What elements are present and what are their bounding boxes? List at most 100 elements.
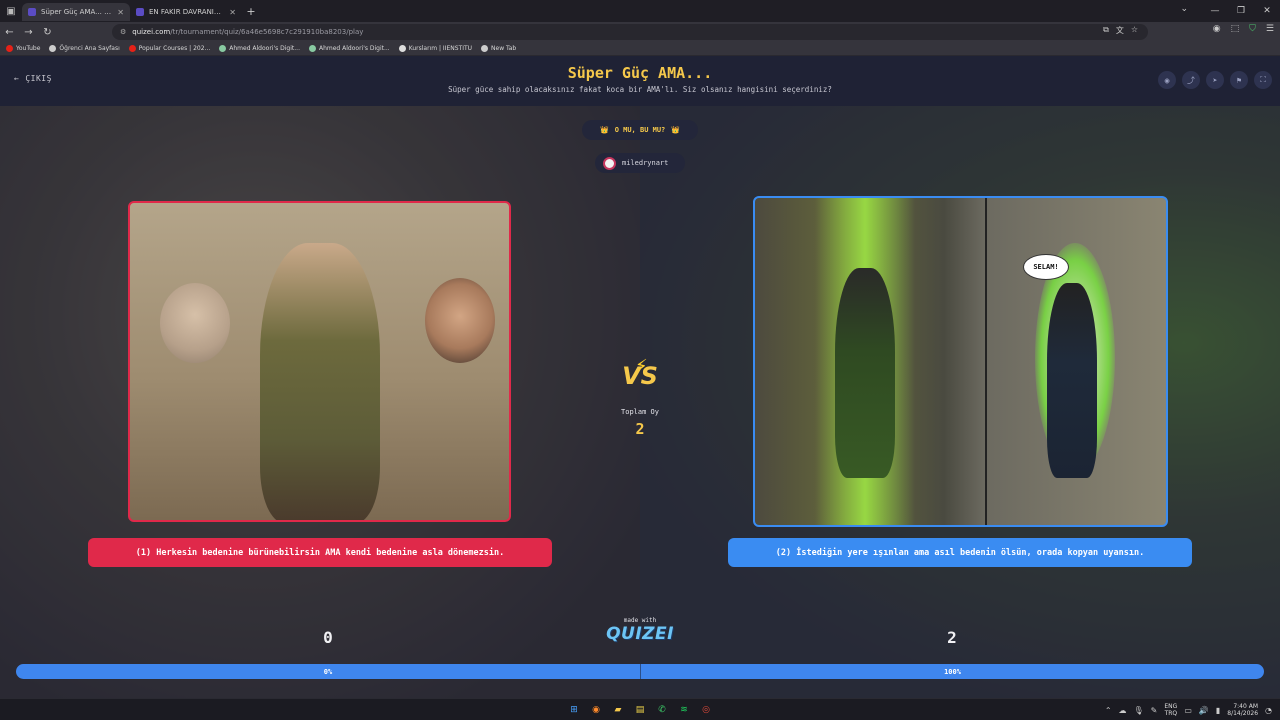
file-explorer-icon[interactable]: ▰	[610, 702, 626, 718]
back-icon[interactable]: ←	[0, 27, 19, 38]
close-window-icon[interactable]: ✕	[1254, 0, 1280, 22]
bookmark-ogrenci[interactable]: Öğrenci Ana Sayfası	[49, 45, 120, 52]
bookmark-star-icon[interactable]: ☆	[1131, 25, 1138, 36]
spotify-icon[interactable]: ≋	[676, 702, 692, 718]
mode-badge-label: O MU, BU MU?	[614, 126, 666, 134]
tab-en-fakir[interactable]: EN FAKİR DAVRANIŞ - Tier List | ✕	[130, 3, 242, 21]
result-bar-right: 100%	[640, 664, 1264, 679]
bookmark-ahmed-2[interactable]: Ahmed Aldoori's Digit...	[308, 45, 390, 52]
author-chip[interactable]: miledrynart	[595, 153, 685, 173]
bookmark-new-tab[interactable]: New Tab	[481, 45, 516, 52]
taskbar: ⊞ ◉ ▰ ▤ ✆ ≋ ◎ ⌃ ☁ 🎙 ✎ ENG TRQ ▭ 🔊 ▮ 7:40…	[0, 698, 1280, 720]
share-icon[interactable]: ⤴	[1182, 71, 1200, 89]
bookmark-youtube[interactable]: YouTube	[6, 45, 40, 52]
bookmark-ahmed-1[interactable]: Ahmed Aldoori's Digit...	[219, 45, 300, 52]
option-card-left[interactable]	[128, 201, 511, 522]
udemy-icon	[128, 45, 136, 52]
restore-icon[interactable]: ❐	[1228, 0, 1254, 22]
install-app-icon[interactable]: ⧉	[1103, 25, 1109, 36]
illustration-old-woman-head	[160, 283, 230, 363]
close-tab-icon[interactable]: ✕	[117, 8, 124, 17]
header-actions: ◉ ⤴ ➤ ⚑ ⛶	[1158, 71, 1272, 89]
site-icon	[308, 45, 316, 52]
total-votes-value: 2	[635, 420, 645, 438]
option-caption-left[interactable]: (1) Herkesin bedenine bürünebilirsin AMA…	[88, 538, 552, 567]
keyboard-layout: TRQ	[1164, 710, 1178, 717]
bookmark-label: Popular Courses | 202...	[138, 45, 211, 52]
translate-icon[interactable]: 文	[1116, 25, 1124, 36]
page-subtitle: Süper güce sahip olacaksınız fakat koca …	[448, 85, 832, 94]
extensions-icon[interactable]: ⬚	[1231, 24, 1240, 34]
bookmark-popular-courses[interactable]: Popular Courses | 202...	[128, 45, 211, 52]
tab-title: Süper Güç AMA... - Tier List, Kız	[41, 8, 112, 16]
profile-icon[interactable]: ◉	[1213, 24, 1221, 34]
taskbar-apps: ⊞ ◉ ▰ ▤ ✆ ≋ ◎	[566, 702, 714, 718]
site-icon	[219, 45, 227, 52]
firefox-icon[interactable]: ◉	[588, 702, 604, 718]
eye-icon[interactable]: ◉	[1158, 71, 1176, 89]
display-icon[interactable]: ▭	[1184, 706, 1192, 715]
illustration-man-hoodie	[260, 243, 380, 520]
author-name: miledrynart	[622, 159, 669, 167]
shield-extension-icon[interactable]: ⛉	[1249, 24, 1256, 34]
tab-title: EN FAKİR DAVRANIŞ - Tier List |	[149, 8, 224, 16]
quiz-page: ← ÇIKIŞ Süper Güç AMA... Süper güce sahi…	[0, 56, 1280, 698]
chrome-icon[interactable]: ◎	[698, 702, 714, 718]
chevron-up-icon[interactable]: ⌃	[1105, 706, 1112, 715]
start-icon[interactable]: ⊞	[566, 702, 582, 718]
browser-tab-bar: ▣ Süper Güç AMA... - Tier List, Kız ✕ EN…	[0, 0, 1280, 22]
option-caption-right[interactable]: (2) İstediğin yere ışınlan ama asıl bede…	[728, 538, 1192, 567]
tab-super-guc[interactable]: Süper Güç AMA... - Tier List, Kız ✕	[22, 3, 130, 21]
total-votes-label: Toplam Oy	[621, 408, 659, 416]
minimize-icon[interactable]: —	[1202, 0, 1228, 22]
illustration-copy-man	[1047, 283, 1097, 478]
forward-icon[interactable]: →	[19, 27, 38, 38]
fullscreen-icon[interactable]: ⛶	[1254, 71, 1272, 89]
youtube-icon	[6, 45, 13, 52]
pen-icon[interactable]: ✎	[1151, 706, 1158, 715]
new-tab-button[interactable]: +	[242, 5, 260, 18]
bookmark-kurslarim[interactable]: Kurslarım | IIENSTITU	[398, 45, 472, 52]
avatar	[603, 156, 616, 170]
crown-icon: 👑	[599, 126, 609, 134]
sticky-notes-icon[interactable]: ▤	[632, 702, 648, 718]
system-clock[interactable]: 7:40 AM 8/14/2026	[1227, 703, 1258, 717]
url-host: quizei.com	[132, 28, 171, 36]
battery-icon[interactable]: ▮	[1216, 706, 1220, 715]
microphone-icon[interactable]: 🎙	[1134, 706, 1144, 715]
illustration-dissolving-man	[835, 268, 895, 478]
bookmark-label: Ahmed Aldoori's Digit...	[229, 45, 300, 52]
whatsapp-icon[interactable]: ✆	[654, 702, 670, 718]
notifications-icon[interactable]: ◔	[1265, 706, 1272, 715]
option-card-right[interactable]: SELAM!	[753, 196, 1168, 527]
crown-icon: 👑	[671, 126, 680, 134]
quizei-logo[interactable]: QUIZEI	[600, 624, 680, 644]
url-path: /tr/tournament/quiz/6a46e5698c7c291910ba…	[170, 28, 364, 36]
window-menu-icon[interactable]: ▣	[0, 0, 22, 22]
score-left: 0	[323, 628, 333, 647]
toolbar-right: ◉ ⬚ ⛉ ☰	[1213, 24, 1274, 34]
flag-icon[interactable]: ⚑	[1230, 71, 1248, 89]
close-tab-icon[interactable]: ✕	[229, 8, 236, 17]
language-indicator[interactable]: ENG TRQ	[1164, 703, 1177, 717]
vs-badge: VS ⚡	[613, 354, 667, 398]
reload-icon[interactable]: ↻	[38, 27, 57, 38]
made-with-label: made with	[623, 617, 657, 624]
cloud-icon[interactable]: ☁	[1119, 706, 1127, 715]
volume-icon[interactable]: 🔊	[1199, 706, 1209, 715]
address-bar[interactable]: ⚙ quizei.com/tr/tournament/quiz/6a46e569…	[112, 24, 1148, 40]
system-tray: ⌃ ☁ 🎙 ✎ ENG TRQ ▭ 🔊 ▮ 7:40 AM 8/14/2026 …	[1105, 701, 1272, 719]
quizei-favicon-icon	[136, 8, 144, 16]
address-bar-actions: ⧉ 文 ☆	[1103, 25, 1138, 36]
bookmark-label: YouTube	[16, 45, 41, 52]
illustration-bearded-man-head	[425, 278, 495, 363]
window-controls: — ❐ ✕	[1202, 0, 1280, 22]
globe-icon	[49, 45, 57, 52]
quizei-favicon-icon	[28, 8, 36, 16]
menu-dots-icon[interactable]: ☰	[1266, 24, 1274, 34]
tab-list-chevron-icon[interactable]: ⌄	[1180, 4, 1188, 14]
send-icon[interactable]: ➤	[1206, 71, 1224, 89]
page-title: Süper Güç AMA...	[567, 64, 713, 82]
clock-date: 8/14/2026	[1227, 710, 1259, 717]
site-info-icon[interactable]: ⚙	[120, 28, 126, 36]
